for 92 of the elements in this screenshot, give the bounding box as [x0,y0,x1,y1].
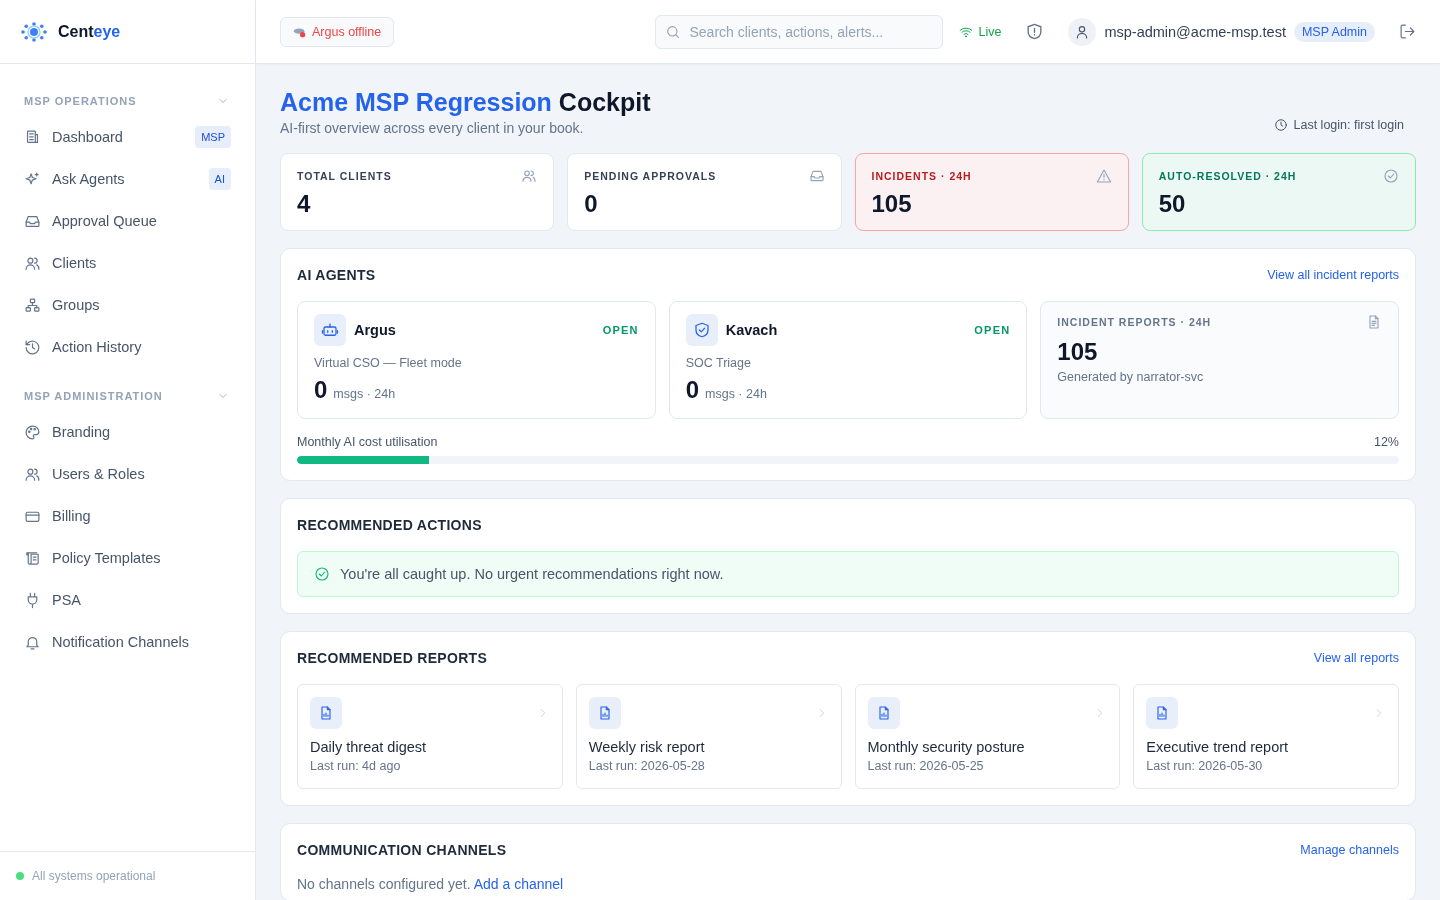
sidebar-item[interactable]: Action History [24,326,231,368]
report-card[interactable]: Daily threat digest Last run: 4d ago [297,684,563,789]
clock-icon [1273,118,1288,132]
agent-description: Virtual CSO — Fleet mode [314,356,463,370]
history-icon [24,338,41,356]
stat-value: 105 [871,190,913,218]
last-login-text: Last login: first login [1293,118,1404,132]
building-icon [24,128,41,146]
progress-value: 12% [1373,435,1399,449]
section-heading: MSP ADMINISTRATION [24,390,163,402]
agent-card[interactable]: Kavach OPEN SOC Triage 0 msgs · 24h [668,301,1028,419]
panel-title: COMMUNICATION CHANNELS [297,842,507,858]
logout-icon[interactable] [1399,23,1416,40]
panel-title: AI AGENTS [297,267,376,283]
count-unit: msgs · 24h [705,387,767,401]
nav-badge: AI [208,168,231,190]
sidebar-item[interactable]: Policy Templates [24,537,231,579]
stat-value: 4 [297,190,312,218]
shield-alert-icon[interactable] [1025,22,1045,41]
report-last-run: Last run: 2026-05-28 [588,759,706,773]
stat-value: 50 [1158,190,1187,218]
report-name: Daily threat digest [310,739,428,755]
sidebar-item[interactable]: Clients [24,242,231,284]
empty-message: No channels configured yet. Add a channel [297,876,565,892]
link[interactable]: Add a channel [473,876,564,892]
message-count: 0 [314,376,328,404]
section-heading: MSP OPERATIONS [24,95,137,107]
users-icon [521,168,538,184]
agent-status: OPEN [974,324,1011,336]
agent-name: Kavach [725,322,779,338]
panel-title: RECOMMENDED REPORTS [297,650,488,666]
agent-status: OPEN [602,324,639,336]
page-title: Acme MSP Regression Cockpit [280,87,651,118]
report-last-run: Last run: 2026-05-25 [867,759,985,773]
robot-icon [321,321,339,339]
report-name: Executive trend report [1146,739,1290,755]
wifi-icon [959,24,974,39]
agent-name: Argus [354,322,397,338]
check-circle-icon [314,566,330,582]
message-count: 0 [685,376,699,404]
avatar[interactable] [1068,17,1097,46]
banner-text: You're all caught up. No urgent recommendations right now. [340,566,724,582]
hierarchy-icon [24,296,41,314]
sidebar-item[interactable]: Dashboard MSP [24,116,231,158]
stat-label: TOTAL CLIENTS [297,170,392,182]
agent-description: SOC Triage [685,356,752,370]
sidebar-item[interactable]: Groups [24,284,231,326]
connection-status: Live [959,24,1002,39]
count-unit: msgs · 24h [333,387,396,401]
shield-check-icon [692,321,711,339]
report-card[interactable]: Executive trend report Last run: 2026-05-30 [1133,684,1399,789]
agent-card[interactable]: Argus OPEN Virtual CSO — Fleet mode 0 msgs · 24h [297,301,656,419]
stat-label: PENDING APPROVALS [584,170,717,182]
sidebar-item[interactable]: Notification Channels [24,621,231,663]
report-card[interactable]: Weekly risk report Last run: 2026-05-28 [575,684,842,789]
stat-label: INCIDENTS · 24H [871,170,972,182]
report-last-run: Last run: 4d ago [310,759,402,773]
warning-icon [1095,168,1112,184]
stat-label: INCIDENT REPORTS · 24H [1057,316,1212,328]
document-icon [1366,314,1382,330]
progress-label: Monthly AI cost utilisation [297,435,438,449]
stat-label: AUTO-RESOLVED · 24H [1158,170,1297,182]
status-text: All systems operational [32,869,156,883]
link[interactable]: Manage channels [1300,843,1399,857]
user-email: msp-admin@acme-msp.test [1104,23,1286,40]
stat-note: Generated by narrator-svc [1057,370,1205,384]
search-field[interactable]: Search clients, actions, alerts... [655,14,944,49]
role-badge: MSP Admin [1293,21,1375,42]
stat-value: 0 [584,190,599,218]
sidebar-item[interactable]: Branding [24,411,231,453]
nav-badge: MSP [195,126,231,148]
inbox-icon [808,168,825,184]
sidebar-item[interactable]: Ask Agents AI [24,158,231,200]
report-icon [318,705,334,721]
palette-icon [24,423,41,441]
report-card[interactable]: Monthly security posture Last run: 2026-05-25 [854,684,1121,789]
sidebar-item[interactable]: PSA [24,579,231,621]
sidebar-item[interactable]: Approval Queue [24,200,231,242]
link[interactable]: View all incident reports [1267,268,1399,282]
sidebar-item[interactable]: Billing [24,495,231,537]
sidebar-item[interactable]: Users & Roles [24,453,231,495]
agent-status-button[interactable]: Argus offline [280,16,395,47]
scroll-icon [24,549,41,567]
link[interactable]: View all reports [1313,651,1399,665]
report-name: Monthly security posture [867,739,1026,755]
report-last-run: Last run: 2026-05-30 [1146,759,1264,773]
page-subtitle: AI-first overview across every client in your book. [280,120,585,136]
stat-value: 105 [1057,338,1099,366]
brand-name: Centeye [58,22,121,41]
check-circle-icon [1383,168,1399,184]
panel-title: RECOMMENDED ACTIONS [297,517,482,533]
report-name: Weekly risk report [588,739,706,755]
